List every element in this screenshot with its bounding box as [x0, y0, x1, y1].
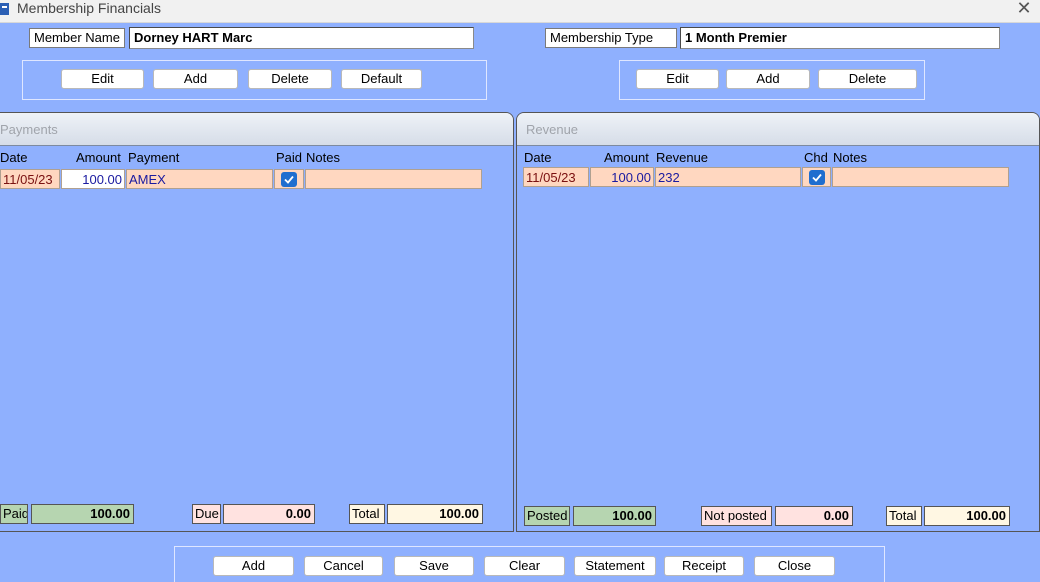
payments-delete-button[interactable]: Delete — [248, 69, 332, 89]
due-label: Due — [192, 504, 221, 524]
payments-total-label: Total — [349, 504, 385, 524]
window-title: Membership Financials — [17, 0, 161, 16]
cancel-button[interactable]: Cancel — [304, 556, 383, 576]
close-icon[interactable]: ✕ — [1014, 0, 1034, 19]
payments-edit-button[interactable]: Edit — [61, 69, 144, 89]
revenue-title: Revenue — [526, 122, 579, 137]
due-value: 0.00 — [223, 504, 315, 524]
revenue-col-revenue: Revenue — [656, 150, 709, 165]
chd-checkbox[interactable] — [809, 170, 825, 185]
posted-value: 100.00 — [573, 506, 656, 526]
membership-type-field[interactable]: 1 Month Premier — [680, 27, 1000, 49]
revenue-col-notes: Notes — [833, 150, 867, 165]
revenue-row-amount[interactable]: 100.00 — [590, 167, 654, 187]
revenue-col-date: Date — [524, 150, 552, 165]
revenue-row-date[interactable]: 11/05/23 — [523, 167, 589, 187]
payments-row-payment[interactable]: AMEX — [126, 169, 273, 189]
payments-total-value: 100.00 — [387, 504, 483, 524]
statement-button[interactable]: Statement — [574, 556, 656, 576]
payments-row-date[interactable]: 11/05/23 — [0, 169, 60, 189]
clear-button[interactable]: Clear — [484, 556, 565, 576]
payments-button-group: Edit Add Delete Default — [22, 60, 487, 100]
payments-row-amount[interactable]: 100.00 — [61, 169, 125, 189]
member-name-field[interactable]: Dorney HART Marc — [129, 27, 474, 49]
payments-add-button[interactable]: Add — [153, 69, 238, 89]
checkmark-icon — [284, 175, 294, 184]
payments-col-amount: Amount — [76, 150, 121, 165]
revenue-delete-button[interactable]: Delete — [818, 69, 917, 89]
save-button[interactable]: Save — [394, 556, 474, 576]
revenue-add-button[interactable]: Add — [726, 69, 810, 89]
paid-label: Paid — [0, 504, 28, 524]
receipt-button[interactable]: Receipt — [664, 556, 744, 576]
not-posted-value: 0.00 — [775, 506, 853, 526]
payments-default-button[interactable]: Default — [341, 69, 422, 89]
revenue-button-group: Edit Add Delete — [619, 60, 925, 100]
revenue-col-chd: Chd — [804, 150, 828, 165]
revenue-panel-header: Revenue — [517, 113, 1039, 146]
payments-row-paid-cell — [274, 169, 304, 189]
payments-title: Payments — [0, 122, 58, 137]
not-posted-label: Not posted — [701, 506, 772, 526]
payments-col-payment: Payment — [128, 150, 180, 165]
revenue-row-revenue[interactable]: 232 — [655, 167, 801, 187]
revenue-row-chd-cell — [802, 167, 831, 187]
revenue-panel: Revenue Date Amount Revenue Chd Notes 11… — [516, 112, 1040, 532]
paid-value: 100.00 — [31, 504, 134, 524]
payments-row-notes[interactable] — [305, 169, 482, 189]
posted-label: Posted — [524, 506, 570, 526]
revenue-total-label: Total — [886, 506, 922, 526]
membership-type-label: Membership Type — [545, 28, 677, 48]
checkmark-icon — [812, 173, 822, 182]
revenue-total-value: 100.00 — [924, 506, 1010, 526]
close-button[interactable]: Close — [754, 556, 835, 576]
payments-panel: Payments Date Amount Payment Paid Notes … — [0, 112, 514, 532]
paid-checkbox[interactable] — [281, 172, 297, 187]
member-name-label: Member Name — [29, 28, 125, 48]
app-icon — [0, 3, 9, 15]
action-button-group: Add Cancel Save Clear Statement Receipt … — [174, 546, 885, 582]
payments-panel-header: Payments — [0, 113, 513, 146]
add-button[interactable]: Add — [213, 556, 294, 576]
payments-col-paid: Paid — [276, 150, 303, 165]
title-bar: Membership Financials ✕ — [0, 0, 1040, 23]
revenue-edit-button[interactable]: Edit — [636, 69, 719, 89]
revenue-col-amount: Amount — [604, 150, 649, 165]
payments-col-date: Date — [0, 150, 28, 165]
payments-col-notes: Notes — [306, 150, 340, 165]
revenue-row-notes[interactable] — [832, 167, 1009, 187]
